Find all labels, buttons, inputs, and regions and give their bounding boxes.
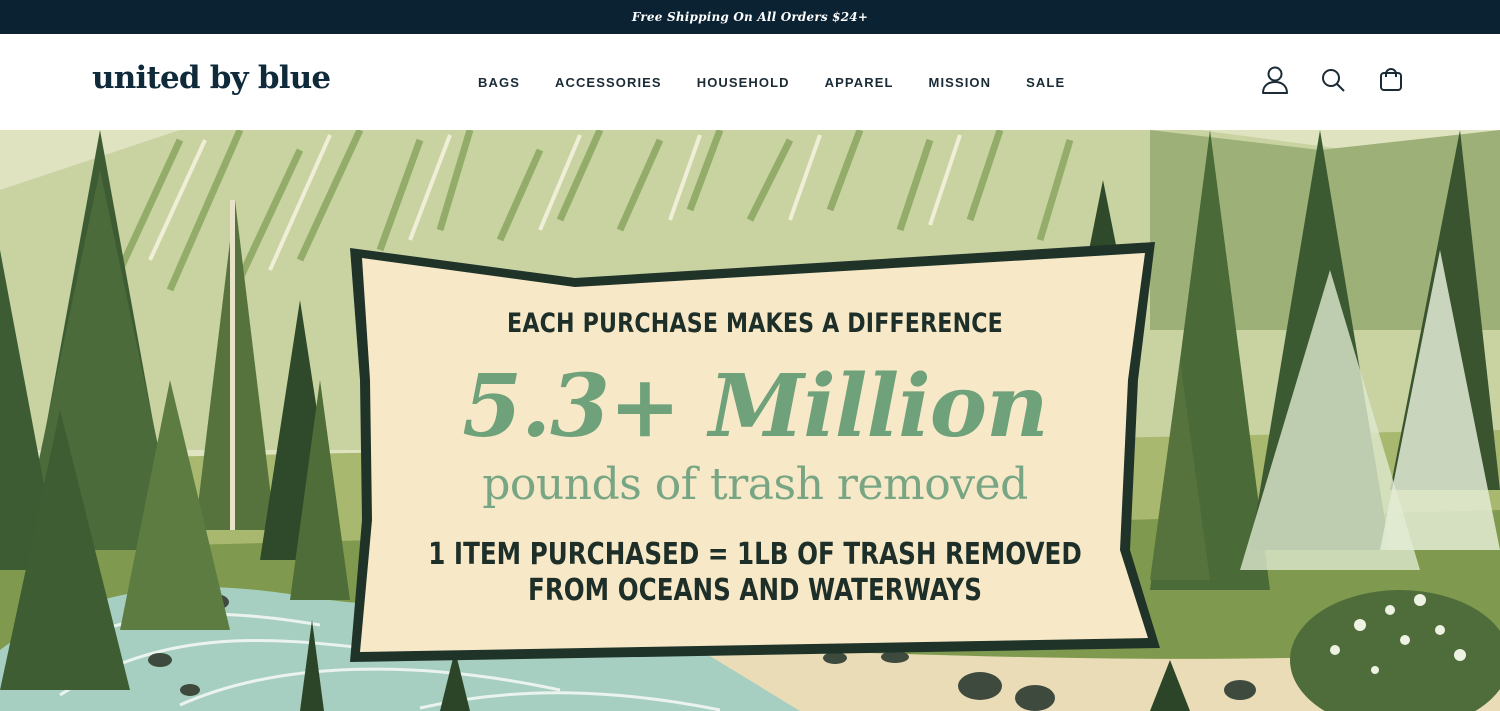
nav-item-sale[interactable]: SALE [1026,75,1065,90]
nav-item-mission[interactable]: MISSION [929,75,992,90]
hero-tagline-line1: 1 ITEM PURCHASED = 1LB OF TRASH REMOVED [428,537,1082,572]
header-icons [1259,64,1407,96]
site-header: united by blue BAGS ACCESSORIES HOUSEHOL… [0,34,1500,130]
nav-item-household[interactable]: HOUSEHOLD [697,75,790,90]
announcement-bar: Free Shipping On All Orders $24+ [0,0,1500,34]
nav-item-bags[interactable]: BAGS [478,75,520,90]
hero-banner: EACH PURCHASE MAKES A DIFFERENCE 5.3+ Mi… [0,130,1500,711]
hero-headline: 5.3+ Million [462,356,1048,457]
nav-item-accessories[interactable]: ACCESSORIES [555,75,662,90]
account-icon[interactable] [1259,64,1291,96]
hero-eyebrow: EACH PURCHASE MAKES A DIFFERENCE [507,308,1003,339]
hero-subheadline: pounds of trash removed [482,459,1028,510]
search-icon[interactable] [1317,64,1349,96]
cart-icon[interactable] [1375,64,1407,96]
logo[interactable]: united by blue [92,60,331,96]
nav-item-apparel[interactable]: APPAREL [825,75,894,90]
main-nav: BAGS ACCESSORIES HOUSEHOLD APPAREL MISSI… [478,34,1100,130]
announcement-text: Free Shipping On All Orders $24+ [631,10,869,24]
hero-tagline-line2: FROM OCEANS AND WATERWAYS [528,573,982,608]
